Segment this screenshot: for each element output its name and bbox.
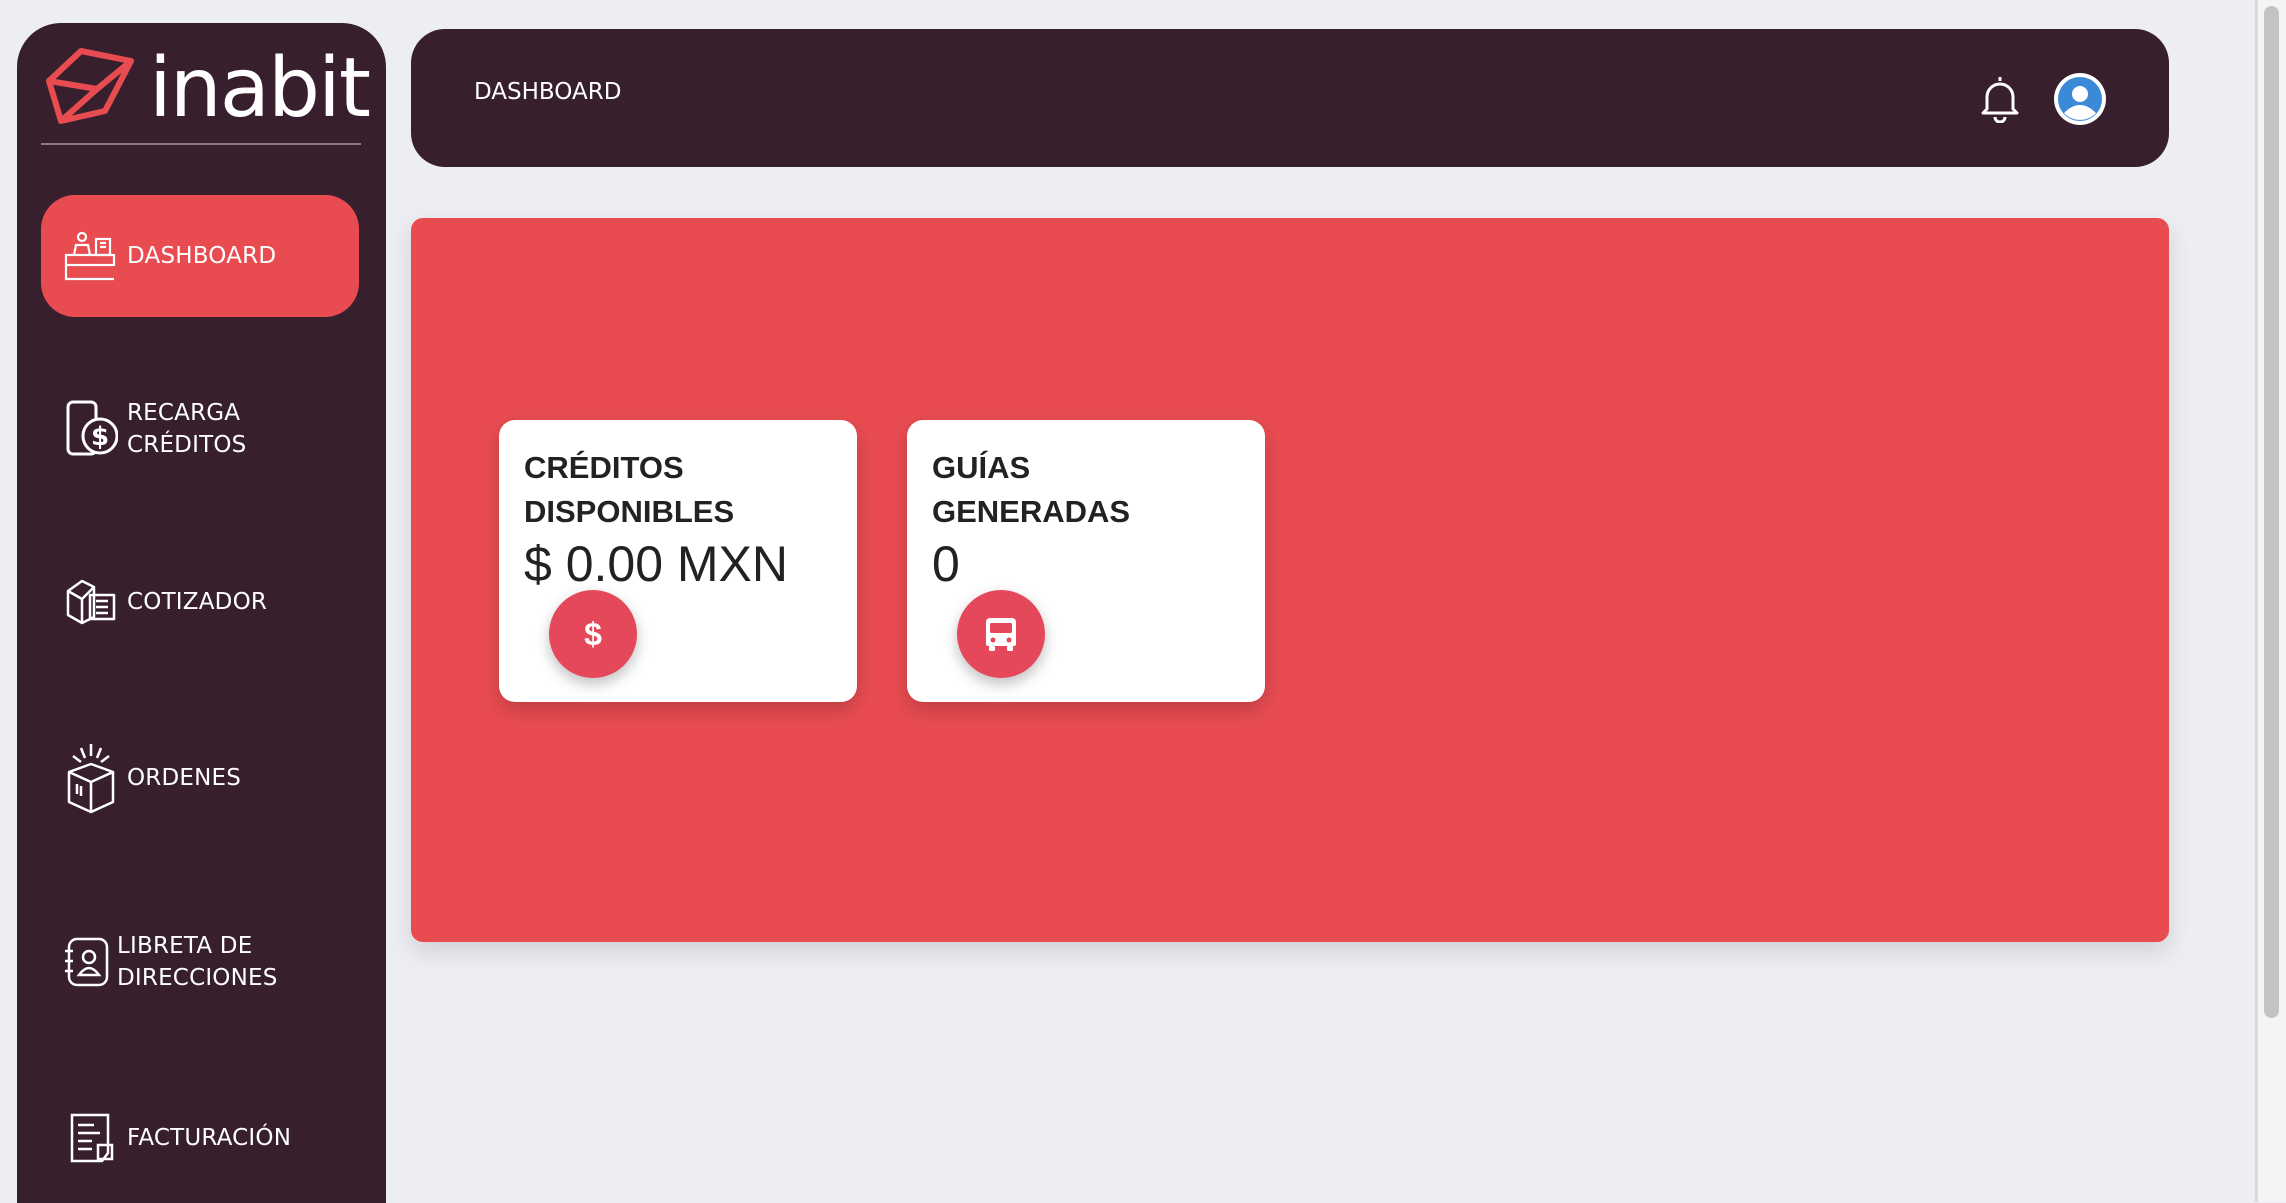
- page-title: DASHBOARD: [474, 79, 622, 105]
- user-avatar-icon[interactable]: [2054, 73, 2106, 125]
- sidebar-item-label: LIBRETA DE DIRECCIONES: [117, 933, 278, 991]
- sidebar-item-recarga-creditos[interactable]: $ RECARGA CRÉDITOS: [41, 368, 359, 490]
- address-book-icon: [63, 934, 109, 990]
- sidebar-item-dashboard[interactable]: DASHBOARD: [41, 195, 359, 317]
- sidebar-item-label: RECARGA CRÉDITOS: [127, 400, 247, 458]
- top-header: DASHBOARD: [411, 29, 2169, 167]
- bell-icon[interactable]: [1979, 73, 2021, 123]
- brand-name: inabit: [149, 41, 371, 136]
- svg-text:$: $: [91, 422, 109, 452]
- sidebar-item-label: FACTURACIÓN: [127, 1125, 292, 1151]
- box-outline-logo-icon: [46, 48, 134, 124]
- invoice-icon: [63, 1110, 119, 1166]
- sidebar-item-libreta-direcciones[interactable]: LIBRETA DE DIRECCIONES: [41, 901, 359, 1023]
- sidebar-item-ordenes[interactable]: ORDENES: [41, 717, 359, 839]
- dollar-icon: $: [549, 590, 637, 678]
- credits-card: CRÉDITOS DISPONIBLES $ 0.00 MXN $: [499, 420, 857, 702]
- credits-value: $ 0.00 MXN: [524, 536, 789, 592]
- guias-card: GUÍAS GENERADAS 0: [907, 420, 1265, 702]
- card-title: CRÉDITOS DISPONIBLES: [524, 450, 735, 529]
- sidebar-item-facturacion[interactable]: FACTURACIÓN: [41, 1077, 359, 1199]
- sidebar-item-label: ORDENES: [127, 765, 242, 791]
- brand[interactable]: inabit: [41, 41, 371, 145]
- store-counter-icon: [63, 228, 119, 284]
- sidebar-item-label: DASHBOARD: [127, 243, 277, 269]
- bus-icon: [957, 590, 1045, 678]
- package-scale-icon: [63, 574, 119, 630]
- scrollbar-thumb[interactable]: [2264, 6, 2279, 1018]
- phone-dollar-icon: $: [63, 400, 119, 457]
- sidebar-item-label: COTIZADOR: [127, 589, 268, 615]
- sidebar: inabit DASHBOARD $ RECARGA CRÉDITOS COTI…: [17, 23, 386, 1203]
- open-box-icon: [63, 744, 119, 814]
- card-title: GUÍAS GENERADAS: [932, 450, 1131, 529]
- divider: [41, 143, 361, 145]
- dashboard-panel: CRÉDITOS DISPONIBLES $ 0.00 MXN $ GUÍAS …: [411, 218, 2169, 942]
- guias-value: 0: [932, 536, 960, 592]
- sidebar-item-cotizador[interactable]: COTIZADOR: [41, 541, 359, 663]
